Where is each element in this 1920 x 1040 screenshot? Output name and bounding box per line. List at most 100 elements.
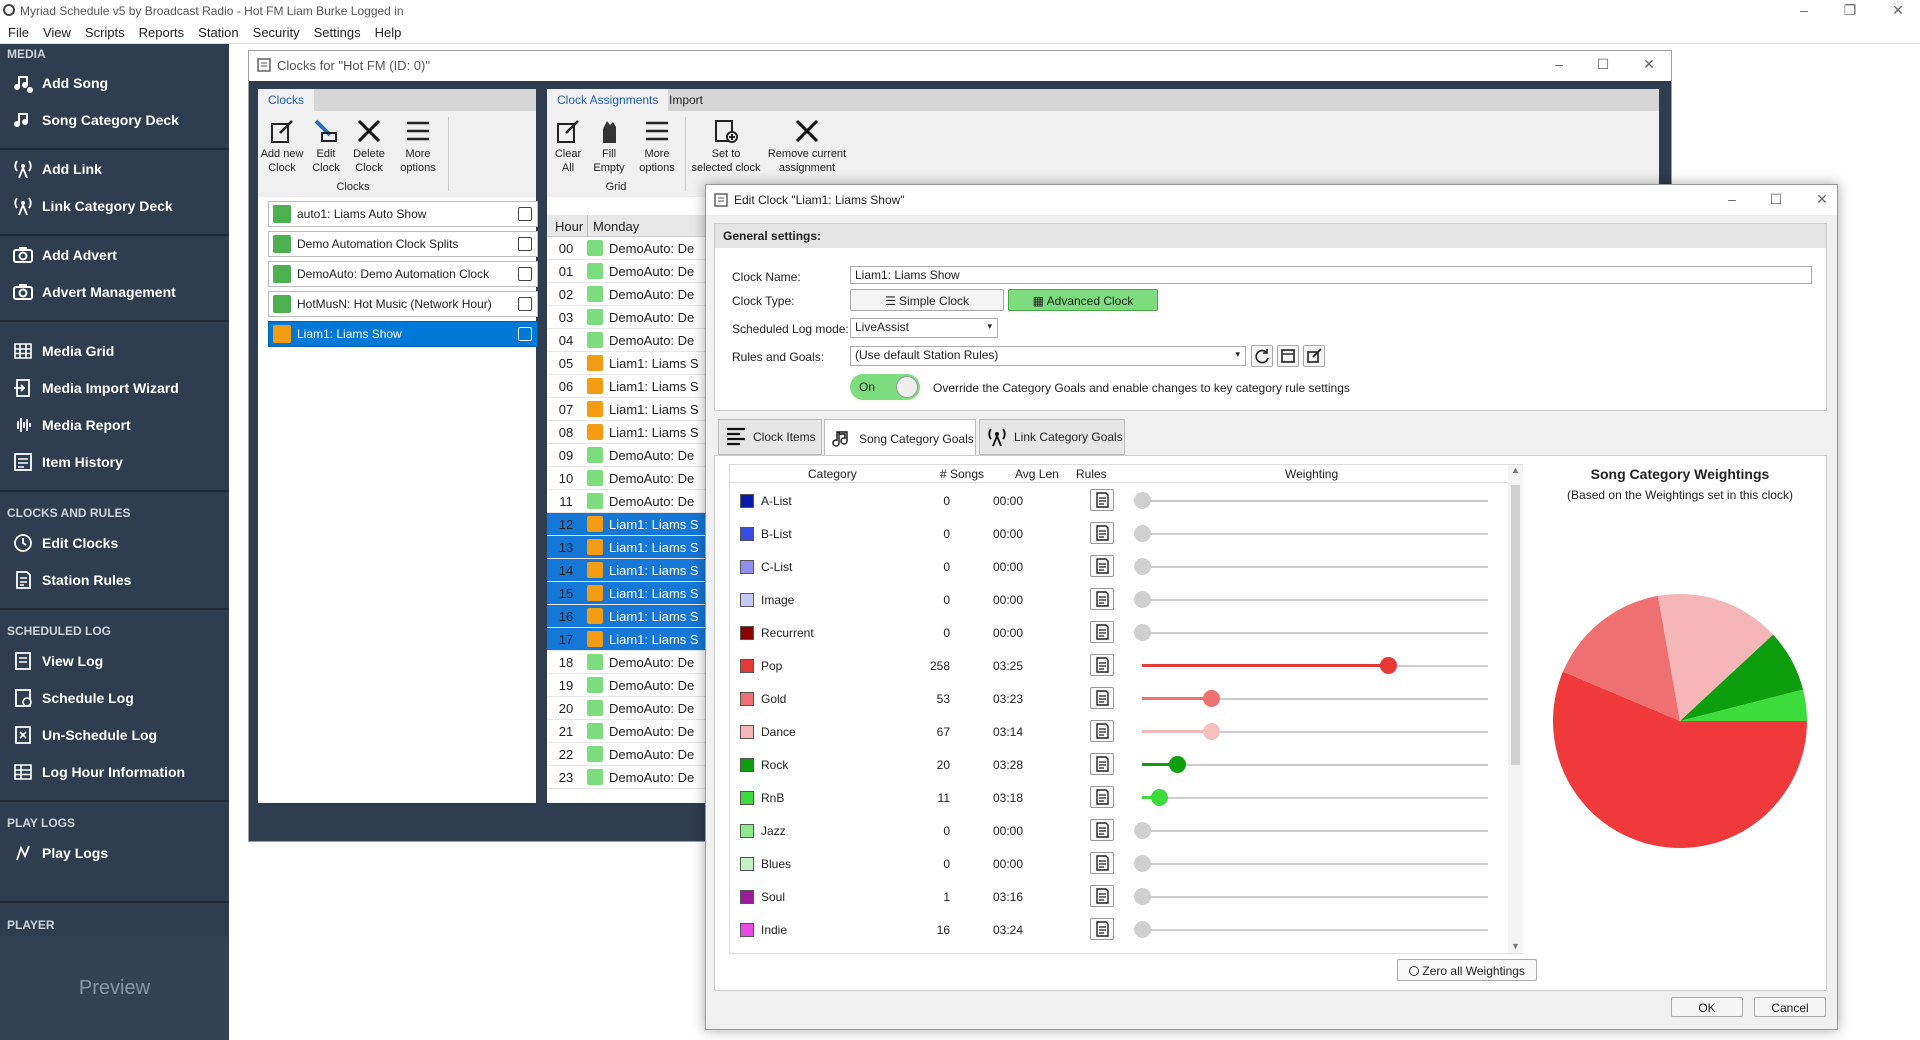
weighting-slider-thumb[interactable] [1134, 921, 1151, 938]
open-rules-button[interactable] [1277, 345, 1299, 367]
tab-import[interactable]: Import [659, 89, 713, 111]
category-row[interactable]: Pop 258 03:25 [730, 649, 1492, 682]
hour-row[interactable]: 22 DemoAuto: De [547, 743, 707, 766]
category-row[interactable]: Indie 16 03:24 [730, 913, 1492, 946]
menu-view[interactable]: View [35, 22, 77, 40]
clock-detail-icon[interactable] [518, 237, 532, 251]
delete-clock-button[interactable]: Delete Clock [348, 117, 390, 175]
weighting-slider-thumb[interactable] [1134, 822, 1151, 839]
category-row[interactable]: Gold 53 03:23 [730, 682, 1492, 715]
weighting-slider-thumb[interactable] [1134, 558, 1151, 575]
menu-scripts[interactable]: Scripts [77, 22, 131, 40]
category-row[interactable]: Image 0 00:00 [730, 583, 1492, 616]
refresh-rules-button[interactable] [1251, 345, 1273, 367]
sidebar-item-play-logs[interactable]: Play Logs [12, 838, 108, 868]
clear-all-button[interactable]: Clear All [551, 117, 585, 175]
weighting-slider-thumb[interactable] [1379, 657, 1397, 674]
ok-button[interactable]: OK [1671, 997, 1743, 1017]
category-rules-button[interactable] [1090, 852, 1114, 874]
hour-row[interactable]: 11 DemoAuto: De [547, 490, 707, 513]
menu-security[interactable]: Security [245, 22, 306, 40]
cancel-button[interactable]: Cancel [1754, 997, 1826, 1017]
weighting-slider-thumb[interactable] [1168, 756, 1186, 773]
grid-more-options-button[interactable]: More options [635, 117, 679, 175]
player-preview[interactable]: Preview [0, 936, 229, 1040]
menu-help[interactable]: Help [367, 22, 408, 40]
category-row[interactable]: Blues 0 00:00 [730, 847, 1492, 880]
category-rules-button[interactable] [1090, 918, 1114, 940]
weighting-slider-thumb[interactable] [1134, 855, 1151, 872]
sidebar-item-song-category-deck[interactable]: Song Category Deck [12, 105, 179, 135]
minimize-icon[interactable]: – [1551, 57, 1567, 71]
category-rules-button[interactable] [1090, 621, 1114, 643]
sidebar-item-view-log[interactable]: View Log [12, 646, 103, 676]
minimize-icon[interactable]: – [1796, 3, 1812, 17]
sidebar-item-advert-management[interactable]: Advert Management [12, 277, 176, 307]
hour-row[interactable]: 16 Liam1: Liams S [547, 605, 707, 628]
clock-list-item[interactable]: Liam1: Liams Show [268, 321, 538, 347]
remove-current-assignment-button[interactable]: Remove current assignment [765, 117, 849, 175]
hour-row[interactable]: 12 Liam1: Liams S [547, 513, 707, 536]
clock-detail-icon[interactable] [518, 267, 532, 281]
sidebar-item-link-category-deck[interactable]: Link Category Deck [12, 191, 173, 221]
weighting-slider-thumb[interactable] [1203, 723, 1221, 740]
maximize-icon[interactable]: ☐ [1595, 57, 1611, 71]
hour-row[interactable]: 07 Liam1: Liams S [547, 398, 707, 421]
category-row[interactable]: Soul 1 03:16 [730, 880, 1492, 913]
simple-clock-button[interactable]: ☰ Simple Clock [850, 289, 1004, 311]
category-rules-button[interactable] [1090, 489, 1114, 511]
menu-settings[interactable]: Settings [306, 22, 367, 40]
hour-row[interactable]: 17 Liam1: Liams S [547, 628, 707, 651]
hour-row[interactable]: 20 DemoAuto: De [547, 697, 707, 720]
zero-all-weightings-button[interactable]: Zero all Weightings [1397, 959, 1537, 981]
hour-row[interactable]: 02 DemoAuto: De [547, 283, 707, 306]
fill-empty-button[interactable]: Fill Empty [589, 117, 629, 175]
clock-detail-icon[interactable] [518, 297, 532, 311]
sidebar-item-add-song[interactable]: Add Song [12, 68, 108, 98]
tab-clock-assignments[interactable]: Clock Assignments [547, 89, 669, 111]
category-rules-button[interactable] [1090, 555, 1114, 577]
maximize-icon[interactable]: ☐ [1768, 192, 1784, 206]
clock-list-item[interactable]: auto1: Liams Auto Show [268, 201, 538, 227]
clock-name-input[interactable]: Liam1: Liams Show [850, 266, 1812, 284]
rules-and-goals-select[interactable]: (Use default Station Rules) ▾ [850, 346, 1246, 366]
clock-list-item[interactable]: Demo Automation Clock Splits [268, 231, 538, 257]
menu-file[interactable]: File [0, 22, 35, 40]
hour-row[interactable]: 10 DemoAuto: De [547, 467, 707, 490]
weighting-slider-thumb[interactable] [1151, 789, 1169, 806]
tab-clock-items[interactable]: Clock Items [718, 419, 822, 455]
sidebar-item-media-import-wizard[interactable]: Media Import Wizard [12, 373, 179, 403]
close-icon[interactable]: ✕ [1890, 3, 1906, 17]
category-row[interactable]: RnB 11 03:18 [730, 781, 1492, 814]
sidebar-item-station-rules[interactable]: Station Rules [12, 565, 131, 595]
set-to-selected-clock-button[interactable]: Set to selected clock [691, 117, 761, 175]
hour-row[interactable]: 00 DemoAuto: De [547, 237, 707, 260]
hour-row[interactable]: 23 DemoAuto: De [547, 766, 707, 789]
advanced-clock-button[interactable]: ▦ Advanced Clock [1008, 289, 1158, 311]
sidebar-item-add-link[interactable]: Add Link [12, 154, 102, 184]
scroll-up-icon[interactable]: ▲ [1511, 465, 1520, 475]
weighting-slider-thumb[interactable] [1134, 591, 1151, 608]
weighting-slider-thumb[interactable] [1134, 492, 1151, 509]
category-row[interactable]: A-List 0 00:00 [730, 484, 1492, 517]
scrollbar-thumb[interactable] [1511, 485, 1520, 765]
sidebar-item-schedule-log[interactable]: Schedule Log [12, 683, 134, 713]
tab-song-category-goals[interactable]: Song Category Goals [824, 419, 976, 457]
hour-row[interactable]: 09 DemoAuto: De [547, 444, 707, 467]
add-new-clock-button[interactable]: Add new Clock [260, 117, 304, 175]
category-rules-button[interactable] [1090, 885, 1114, 907]
category-rules-button[interactable] [1090, 753, 1114, 775]
weighting-slider-thumb[interactable] [1203, 690, 1221, 707]
category-row[interactable]: C-List 0 00:00 [730, 550, 1492, 583]
sidebar-item-edit-clocks[interactable]: Edit Clocks [12, 528, 118, 558]
restore-icon[interactable]: ❐ [1842, 3, 1858, 17]
menu-reports[interactable]: Reports [131, 22, 191, 40]
hour-row[interactable]: 04 DemoAuto: De [547, 329, 707, 352]
sidebar-item-un-schedule-log[interactable]: Un-Schedule Log [12, 720, 157, 750]
hour-row[interactable]: 15 Liam1: Liams S [547, 582, 707, 605]
sidebar-item-log-hour-information[interactable]: Log Hour Information [12, 757, 185, 787]
hour-row[interactable]: 08 Liam1: Liams S [547, 421, 707, 444]
menu-station[interactable]: Station [190, 22, 244, 40]
hour-row[interactable]: 13 Liam1: Liams S [547, 536, 707, 559]
clock-detail-icon[interactable] [518, 207, 532, 221]
